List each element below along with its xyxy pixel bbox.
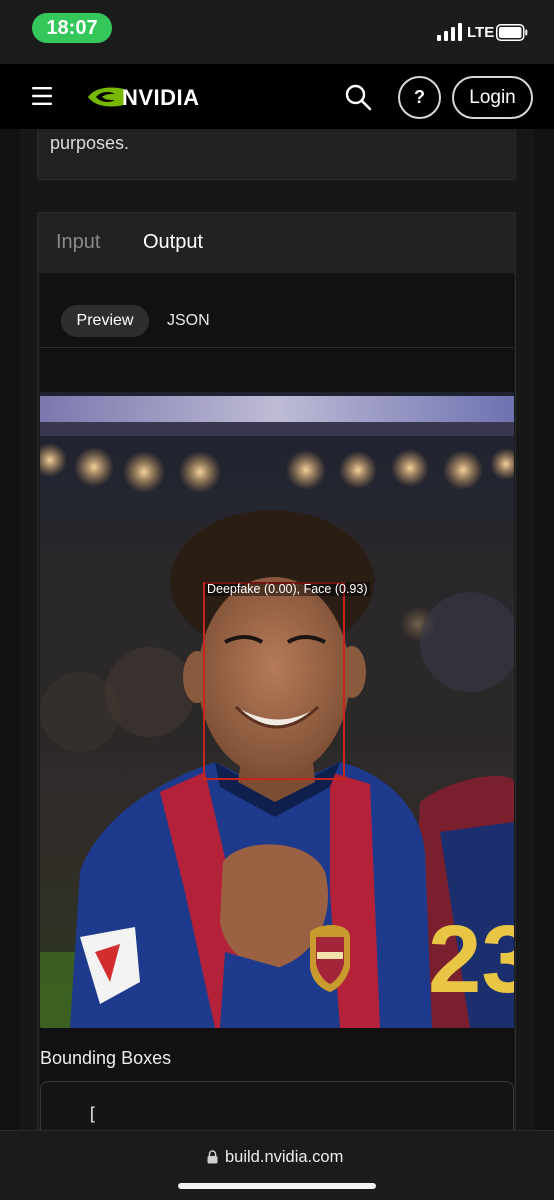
- output-panel: Preview JSON 23 Deepfake (0.00), Face (0…: [40, 273, 514, 1141]
- status-bar: 18:07 LTE: [0, 0, 554, 64]
- bounding-boxes-heading: Bounding Boxes: [40, 1048, 172, 1068]
- browser-url-bar[interactable]: build.nvidia.com: [0, 1130, 554, 1200]
- menu-icon[interactable]: [30, 85, 54, 107]
- detection-label: Deepfake (0.00), Face (0.93): [205, 582, 370, 596]
- url-text[interactable]: build.nvidia.com: [225, 1148, 343, 1167]
- nvidia-logo-icon[interactable]: [86, 84, 126, 110]
- network-type: LTE: [467, 24, 495, 41]
- description-text: purposes.: [50, 133, 130, 153]
- status-time: 18:07: [32, 13, 112, 43]
- search-icon[interactable]: [344, 83, 372, 111]
- description-card: purposes.: [37, 129, 516, 180]
- subtab-json[interactable]: JSON: [167, 312, 210, 330]
- output-image: 23 Deepfake (0.00), Face (0.93): [40, 392, 514, 1028]
- lock-icon: [207, 1150, 218, 1164]
- io-panel: Input Output Preview JSON 23 Deepfake (0…: [37, 212, 516, 1141]
- tab-input[interactable]: Input: [56, 231, 100, 254]
- login-button[interactable]: Login: [452, 76, 533, 119]
- site-navbar: NVIDIA ? Login: [0, 64, 554, 129]
- battery-icon: [496, 24, 528, 41]
- help-button[interactable]: ?: [398, 76, 441, 119]
- signal-icon: [437, 23, 462, 41]
- face-bounding-box: [203, 582, 345, 780]
- page-content: purposes. Input Output Preview JSON 23 D…: [0, 129, 554, 1141]
- home-indicator[interactable]: [178, 1183, 376, 1189]
- io-tabs: Input Output: [38, 213, 515, 273]
- tab-output[interactable]: Output: [143, 231, 203, 254]
- nvidia-wordmark[interactable]: NVIDIA: [122, 85, 200, 111]
- code-line: [: [87, 1104, 98, 1125]
- svg-text:23: 23: [428, 906, 514, 1013]
- content-column: purposes. Input Output Preview JSON 23 D…: [20, 129, 534, 1141]
- output-subtabs: Preview JSON: [40, 273, 514, 348]
- subtab-preview[interactable]: Preview: [61, 305, 149, 337]
